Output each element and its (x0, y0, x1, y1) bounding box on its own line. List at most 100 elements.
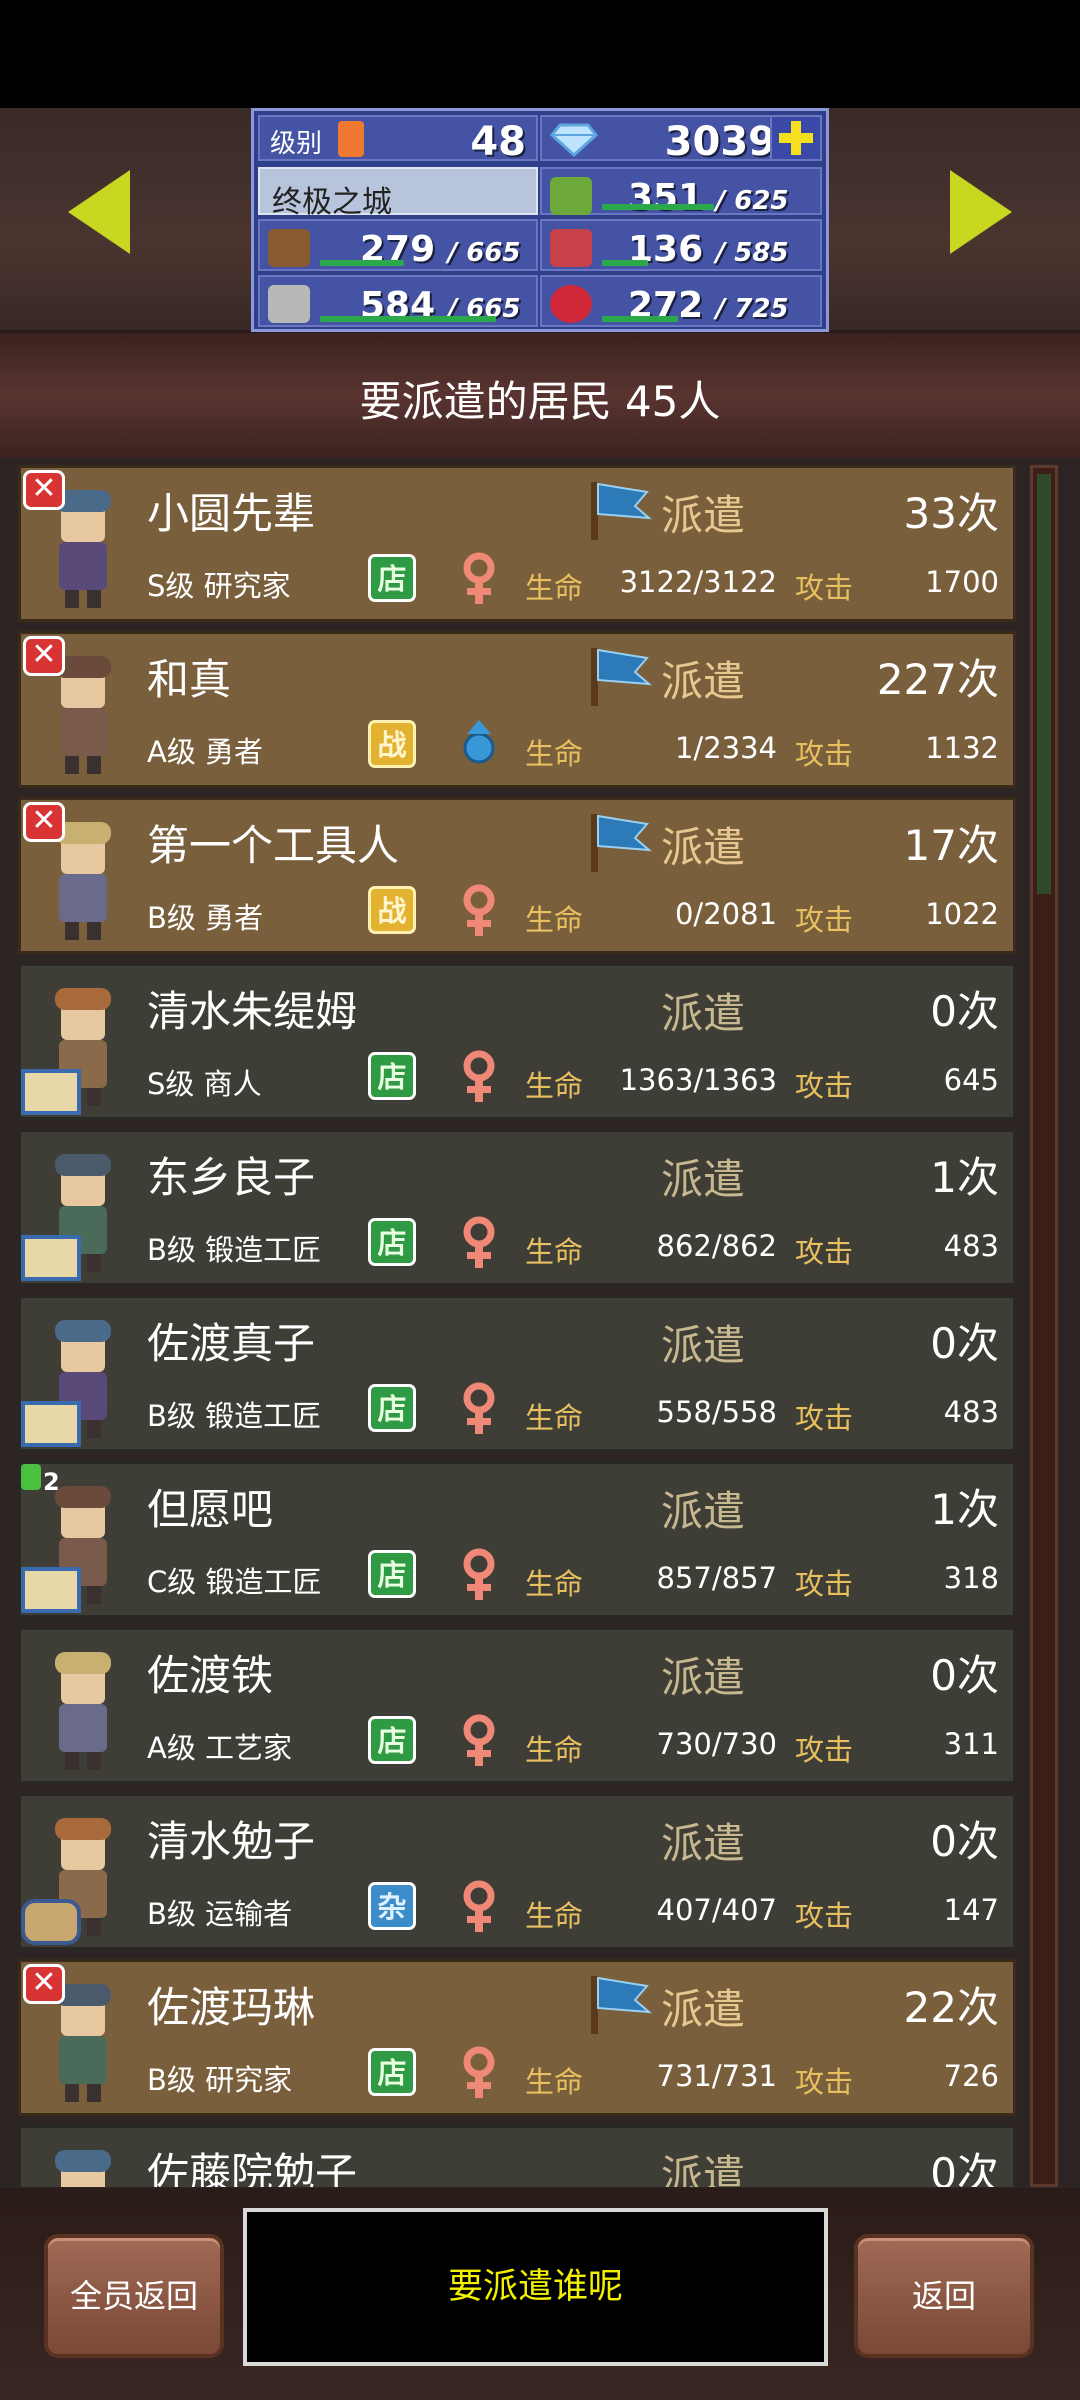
hp-value: 731/731 (656, 2059, 777, 2093)
dispatched-marker-icon: ✕ (23, 1964, 65, 2004)
scrollbar-thumb[interactable] (1037, 474, 1051, 894)
grass-current: 351 (628, 177, 704, 218)
resident-row[interactable]: 佐藤院勉子 派遣 0次 (18, 2125, 1016, 2187)
dispatch-label[interactable]: 派遣 (661, 1146, 745, 1207)
dispatch-count: 1次 (930, 1153, 999, 1202)
grass-icon (550, 177, 592, 215)
dispatch-label[interactable]: 派遣 (661, 980, 745, 1041)
level-up-icon: 2 (21, 1464, 71, 1514)
flag-icon (591, 814, 652, 872)
level-cell: 级别 48 (258, 115, 538, 165)
shop-badge-icon: 店 (368, 1052, 416, 1100)
resident-row[interactable]: ✕ 第一个工具人 派遣 17次 B级 勇者 战 生命 0/2081 攻击 1022 (18, 797, 1016, 954)
resident-name: 清水朱缇姆 (147, 987, 358, 1036)
hp-label: 生命 (525, 1235, 584, 1269)
resident-row[interactable]: ✕ 佐渡玛琳 派遣 22次 B级 研究家 店 生命 731/731 攻击 726 (18, 1959, 1016, 2116)
town-name-field: 终极之城 (258, 167, 538, 220)
grass-max: / 625 (715, 186, 789, 216)
ruby-max: / 725 (715, 294, 789, 324)
dispatch-label[interactable]: 派遣 (661, 1810, 745, 1871)
dispatch-label[interactable]: 派遣 (661, 1644, 745, 1705)
female-icon (463, 1714, 495, 1766)
back-button[interactable]: 返回 (854, 2234, 1034, 2358)
transport-icon (21, 1899, 81, 1945)
dispatch-label[interactable]: 派遣 (661, 2142, 745, 2187)
attack-label: 攻击 (795, 1567, 854, 1601)
resident-row[interactable]: 2 但愿吧 派遣 1次 C级 锻造工匠 店 生命 857/857 攻击 318 (18, 1461, 1016, 1618)
residents-to-dispatch-title: 要派遣的居民 45人 (359, 377, 721, 426)
female-icon (463, 1548, 495, 1600)
hp-label: 生命 (525, 1567, 584, 1601)
attack-value: 645 (943, 1063, 999, 1097)
flag-icon (591, 482, 652, 540)
resident-rank-job: C级 锻造工匠 (147, 1565, 322, 1599)
workplace-house-icon (21, 1401, 81, 1447)
add-gems-button[interactable] (770, 115, 822, 161)
dispatch-prompt: 要派遣谁呢 (243, 2208, 828, 2366)
ruby-bar (602, 316, 678, 322)
scrollbar[interactable] (1030, 465, 1058, 2187)
recall-all-button[interactable]: 全员返回 (44, 2234, 224, 2358)
hp-value: 558/558 (656, 1395, 777, 1429)
level-label: 级别 (270, 129, 323, 159)
attack-value: 1700 (925, 565, 999, 599)
resident-row[interactable]: ✕ 小圆先辈 派遣 33次 S级 研究家 店 生命 3122/3122 攻击 1700 (18, 465, 1016, 622)
resident-name: 东乡良子 (147, 1153, 316, 1202)
level-progress-bar (338, 121, 364, 157)
workplace-house-icon (21, 1235, 81, 1281)
level-value: 48 (470, 119, 526, 165)
hp-label: 生命 (525, 1733, 584, 1767)
dispatch-count: 0次 (930, 2149, 999, 2187)
resident-avatar (55, 2150, 111, 2187)
resident-row[interactable]: 东乡良子 派遣 1次 B级 锻造工匠 店 生命 862/862 攻击 483 (18, 1129, 1016, 1286)
female-icon (463, 552, 495, 604)
shop-badge-icon: 店 (368, 1550, 416, 1598)
resident-rank-job: A级 勇者 (147, 735, 264, 769)
male-icon (463, 720, 495, 764)
resident-row[interactable]: 清水朱缇姆 派遣 0次 S级 商人 店 生命 1363/1363 攻击 645 (18, 963, 1016, 1120)
resident-name: 和真 (147, 655, 232, 704)
female-icon (463, 1880, 495, 1932)
misc-badge-icon: 杂 (368, 1882, 416, 1930)
dispatch-count: 0次 (930, 1651, 999, 1700)
dispatch-label[interactable]: 派遣 (661, 648, 745, 709)
war-badge-icon: 战 (368, 720, 416, 768)
hp-label: 生命 (525, 2065, 584, 2099)
resident-list[interactable]: ✕ 小圆先辈 派遣 33次 S级 研究家店生命 3122/3122 攻击 1700 ✕ 和真 派遣 2… (18, 465, 1016, 2187)
resident-row[interactable]: 清水勉子 派遣 0次 B级 运输者 杂 生命 407/407 攻击 147 (18, 1793, 1016, 1950)
dispatch-count: 0次 (930, 987, 999, 1036)
workplace-house-icon (21, 1069, 81, 1115)
grass-bar (602, 204, 714, 210)
attack-value: 483 (943, 1395, 999, 1429)
resource-ore: 584 / 665 (258, 275, 538, 327)
hp-label: 生命 (525, 1401, 584, 1435)
prev-page-arrow-icon[interactable] (68, 170, 130, 254)
next-page-arrow-icon[interactable] (950, 170, 1012, 254)
hp-label: 生命 (525, 903, 584, 937)
hp-value: 407/407 (656, 1893, 777, 1927)
resident-rank-job: B级 运输者 (147, 1897, 293, 1931)
hp-value: 862/862 (656, 1229, 777, 1263)
dispatch-label[interactable]: 派遣 (661, 814, 745, 875)
wood-max: / 665 (447, 238, 521, 268)
gem-count: 3039 (664, 119, 776, 165)
resource-ruby: 272 / 725 (540, 275, 822, 327)
attack-label: 攻击 (795, 737, 854, 771)
attack-label: 攻击 (795, 571, 854, 605)
resident-name: 小圆先辈 (147, 489, 316, 538)
dispatch-label[interactable]: 派遣 (661, 1478, 745, 1539)
attack-label: 攻击 (795, 1401, 854, 1435)
female-icon (463, 1216, 495, 1268)
resident-row[interactable]: ✕ 和真 派遣 227次 A级 勇者 战 生命 1/2334 攻击 1132 (18, 631, 1016, 788)
resident-row[interactable]: 佐渡铁 派遣 0次 A级 工艺家 店 生命 730/730 攻击 311 (18, 1627, 1016, 1784)
dispatched-marker-icon: ✕ (23, 636, 65, 676)
resident-rank-job: A级 工艺家 (147, 1731, 293, 1765)
dispatch-label[interactable]: 派遣 (661, 1312, 745, 1373)
resident-row[interactable]: 佐渡真子 派遣 0次 B级 锻造工匠 店 生命 558/558 攻击 483 (18, 1295, 1016, 1452)
ore-bar (320, 316, 496, 322)
attack-value: 147 (943, 1893, 999, 1927)
dispatch-label[interactable]: 派遣 (661, 1976, 745, 2037)
attack-label: 攻击 (795, 1733, 854, 1767)
dispatch-label[interactable]: 派遣 (661, 482, 745, 543)
gem-cell: 3039 (540, 115, 788, 165)
